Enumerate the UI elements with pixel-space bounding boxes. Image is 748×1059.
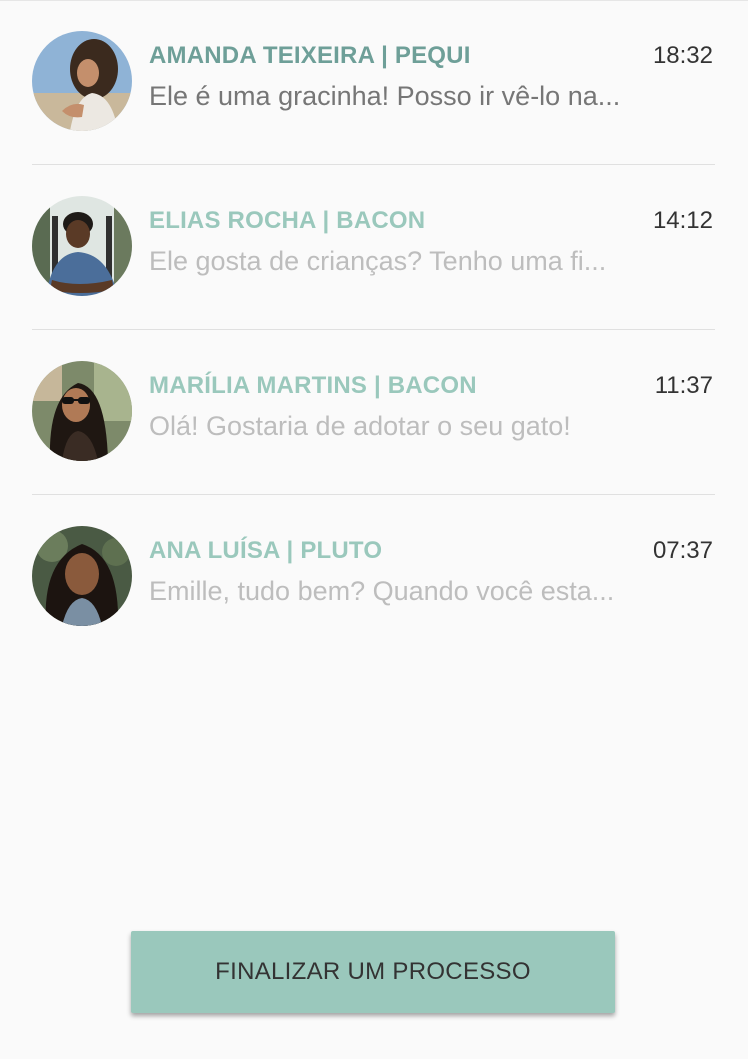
chat-preview: Ele é uma gracinha! Posso ir vê-lo na... [149, 81, 621, 111]
chat-list: AMANDA TEIXEIRA | PEQUI 18:32 Ele é uma … [32, 0, 715, 660]
avatar [32, 361, 132, 461]
avatar-photo-amanda [32, 31, 132, 131]
chat-preview: Emille, tudo bem? Quando você esta... [149, 576, 615, 606]
chat-item-amanda[interactable]: AMANDA TEIXEIRA | PEQUI 18:32 Ele é uma … [32, 0, 715, 165]
chat-name: MARÍLIA MARTINS | BACON [149, 372, 477, 399]
avatar-photo-elias [32, 196, 132, 296]
chat-time: 07:37 [652, 537, 713, 564]
chat-item-marilia[interactable]: MARÍLIA MARTINS | BACON 11:37 Olá! Gosta… [32, 330, 715, 495]
chat-preview: Ele gosta de crianças? Tenho uma fi... [149, 246, 607, 276]
finish-process-button[interactable]: FINALIZAR UM PROCESSO [131, 931, 615, 1013]
chat-preview: Olá! Gostaria de adotar o seu gato! [149, 411, 571, 441]
avatar-photo-ana [32, 526, 132, 626]
chat-time: 11:37 [654, 372, 713, 399]
chat-name: ELIAS ROCHA | BACON [149, 207, 426, 234]
chat-item-ana[interactable]: ANA LUÍSA | PLUTO 07:37 Emille, tudo bem… [32, 495, 715, 660]
chat-time: 14:12 [652, 207, 713, 234]
avatar-photo-marilia [32, 361, 132, 461]
chat-name: AMANDA TEIXEIRA | PEQUI [149, 42, 471, 69]
avatar [32, 526, 132, 626]
avatar [32, 31, 132, 131]
chat-item-elias[interactable]: ELIAS ROCHA | BACON 14:12 Ele gosta de c… [32, 165, 715, 330]
avatar [32, 196, 132, 296]
chat-name: ANA LUÍSA | PLUTO [149, 537, 383, 564]
chat-time: 18:32 [652, 42, 713, 69]
